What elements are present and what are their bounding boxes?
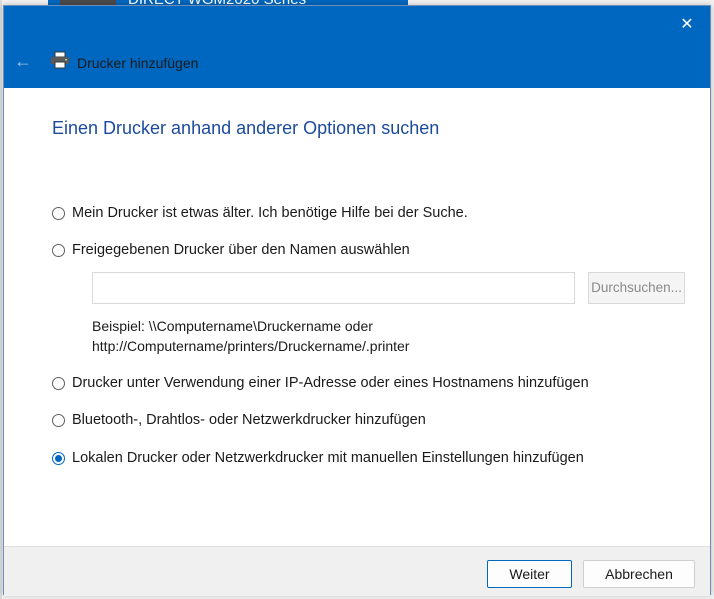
option-local-manual[interactable]: Lokalen Drucker oder Netzwerkdrucker mit… — [52, 450, 584, 466]
option-label: Lokalen Drucker oder Netzwerkdrucker mit… — [72, 450, 584, 466]
radio-bluetooth-wireless[interactable] — [52, 413, 65, 427]
option-label: Drucker unter Verwendung einer IP-Adress… — [72, 375, 589, 391]
next-button[interactable]: Weiter — [487, 560, 572, 588]
option-ip-address[interactable]: Drucker unter Verwendung einer IP-Adress… — [52, 375, 589, 391]
option-label: Freigegebenen Drucker über den Namen aus… — [72, 242, 410, 258]
radio-ip-address[interactable] — [52, 376, 65, 390]
radio-shared-printer[interactable] — [52, 243, 65, 257]
option-bluetooth-wireless[interactable]: Bluetooth-, Drahtlos- oder Netzwerkdruck… — [52, 412, 426, 428]
dialog-footer: Weiter Abbrechen — [4, 546, 710, 596]
radio-local-manual[interactable] — [52, 451, 65, 465]
printer-name-input[interactable] — [92, 272, 575, 304]
radio-older-printer[interactable] — [52, 206, 65, 220]
cancel-button[interactable]: Abbrechen — [583, 560, 695, 588]
dialog-content: Einen Drucker anhand anderer Optionen su… — [4, 88, 710, 548]
example-line-2: http://Computername/printers/Druckername… — [92, 338, 410, 354]
back-arrow-icon[interactable]: ← — [12, 50, 34, 72]
printer-icon — [51, 51, 69, 69]
option-label: Bluetooth-, Drahtlos- oder Netzwerkdruck… — [72, 412, 426, 428]
close-button[interactable]: ✕ — [672, 12, 702, 38]
option-label: Mein Drucker ist etwas älter. Ich benöti… — [72, 205, 468, 221]
browse-button[interactable]: Durchsuchen... — [588, 272, 685, 304]
example-text: Beispiel: \\Computername\Druckername ode… — [92, 316, 409, 356]
add-printer-dialog: ✕ ← Drucker hinzufügen Einen Drucker anh… — [3, 5, 711, 596]
example-line-1: Beispiel: \\Computername\Druckername ode… — [92, 318, 373, 334]
background-edge — [0, 0, 2, 599]
page-heading: Einen Drucker anhand anderer Optionen su… — [52, 118, 440, 138]
option-shared-printer-by-name[interactable]: Freigegebenen Drucker über den Namen aus… — [52, 242, 410, 258]
dialog-title: Drucker hinzufügen — [77, 55, 199, 71]
dialog-titlebar: ✕ ← Drucker hinzufügen — [4, 6, 710, 88]
option-older-printer[interactable]: Mein Drucker ist etwas älter. Ich benöti… — [52, 205, 468, 221]
